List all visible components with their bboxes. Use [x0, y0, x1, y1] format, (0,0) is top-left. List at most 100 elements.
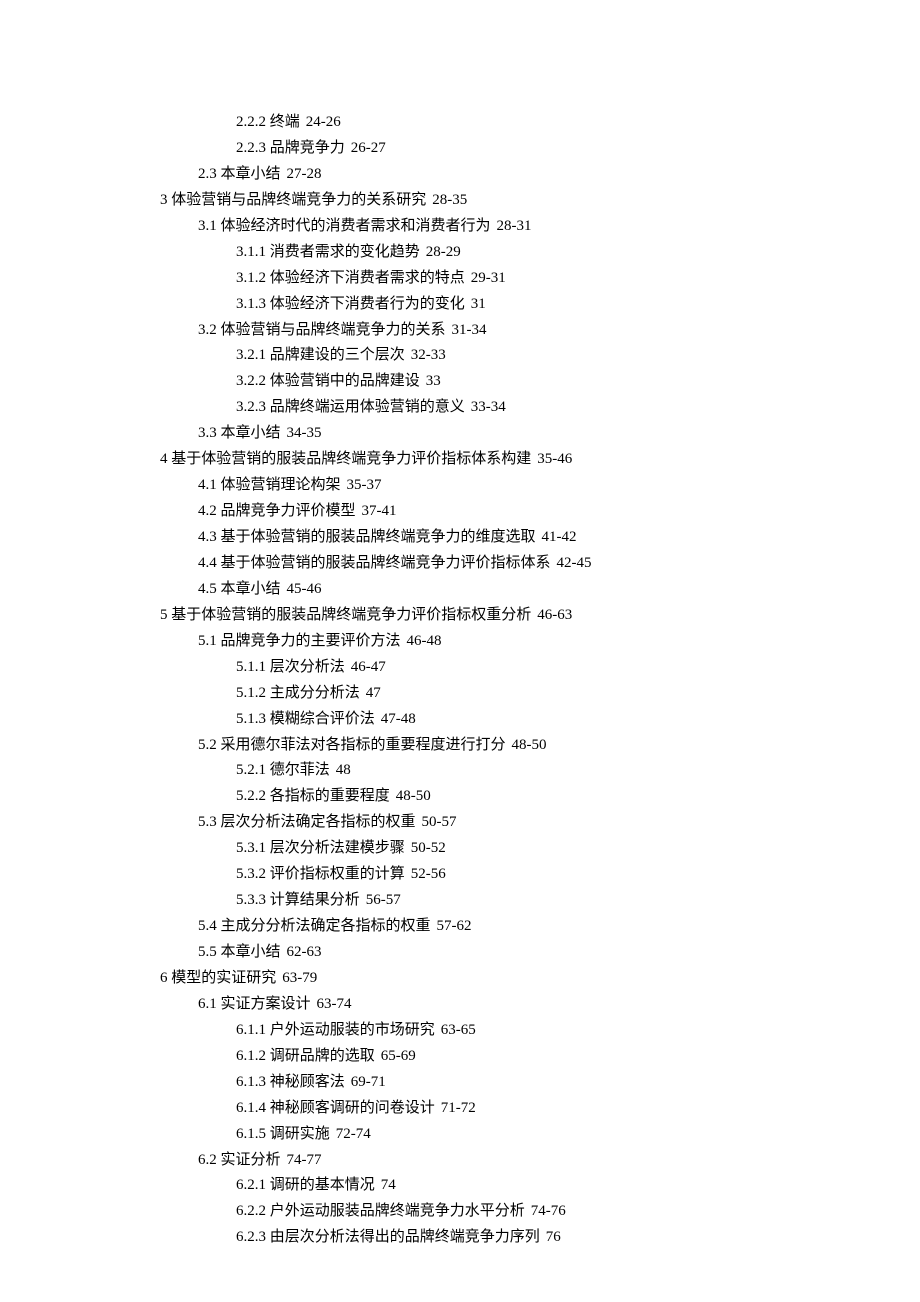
toc-entry: 4.3 基于体验营销的服装品牌终端竞争力的维度选取 41-42 — [160, 525, 920, 551]
toc-entry-pages: 34-35 — [287, 425, 322, 441]
toc-entry-label: 5.2 采用德尔菲法对各指标的重要程度进行打分 — [198, 737, 506, 753]
toc-entry: 5.5 本章小结 62-63 — [160, 940, 920, 966]
toc-entry-pages: 28-31 — [497, 218, 532, 234]
toc-entry-label: 3.1.1 消费者需求的变化趋势 — [236, 244, 420, 260]
toc-entry-pages: 28-35 — [432, 192, 467, 208]
toc-entry-pages: 50-52 — [411, 840, 446, 856]
toc-entry-pages: 65-69 — [381, 1048, 416, 1064]
toc-entry-pages: 31-34 — [452, 322, 487, 338]
toc-entry-label: 5.1 品牌竞争力的主要评价方法 — [198, 633, 401, 649]
toc-entry-label: 5.1.2 主成分分析法 — [236, 685, 360, 701]
toc-entry: 6.2.2 户外运动服装品牌终端竞争力水平分析74-76 — [160, 1199, 920, 1225]
toc-entry-label: 5.2.2 各指标的重要程度 — [236, 788, 390, 804]
toc-entry: 6.1.2 调研品牌的选取65-69 — [160, 1044, 920, 1070]
toc-entry: 5.1.2 主成分分析法 47 — [160, 681, 920, 707]
toc-entry-pages: 31 — [471, 296, 486, 312]
toc-entry-pages: 76 — [546, 1229, 561, 1245]
toc-entry-pages: 24-26 — [306, 114, 341, 130]
toc-entry-pages: 50-57 — [422, 814, 457, 830]
toc-entry: 6.2 实证分析74-77 — [160, 1148, 920, 1174]
toc-entry: 4.2 品牌竞争力评价模型 37-41 — [160, 499, 920, 525]
toc-entry-pages: 71-72 — [441, 1100, 476, 1116]
toc-entry-label: 3.1 体验经济时代的消费者需求和消费者行为 — [198, 218, 491, 234]
toc-entry-pages: 46-48 — [407, 633, 442, 649]
toc-entry-label: 5.3.1 层次分析法建模步骤 — [236, 840, 405, 856]
toc-entry: 5.2.2 各指标的重要程度48-50 — [160, 784, 920, 810]
toc-entry-label: 3.1.2 体验经济下消费者需求的特点 — [236, 270, 465, 286]
toc-entry: 3.3 本章小结 34-35 — [160, 421, 920, 447]
toc-entry-label: 5.2.1 德尔菲法 — [236, 762, 330, 778]
toc-entry: 3.2.2 体验营销中的品牌建设 33 — [160, 369, 920, 395]
toc-entry: 3.1 体验经济时代的消费者需求和消费者行为 28-31 — [160, 214, 920, 240]
toc-entry: 6.1.3 神秘顾客法69-71 — [160, 1070, 920, 1096]
toc-entry: 3.1.3 体验经济下消费者行为的变化 31 — [160, 292, 920, 318]
toc-entry: 6.2.1 调研的基本情况 74 — [160, 1173, 920, 1199]
toc-entry-label: 6.1.5 调研实施 — [236, 1126, 330, 1142]
toc-entry-label: 3.1.3 体验经济下消费者行为的变化 — [236, 296, 465, 312]
toc-entry: 5.3.1 层次分析法建模步骤 50-52 — [160, 836, 920, 862]
toc-entry-label: 2.3 本章小结 — [198, 166, 281, 182]
toc-entry-pages: 29-31 — [471, 270, 506, 286]
toc-entry-pages: 41-42 — [542, 529, 577, 545]
toc-entry-pages: 47 — [366, 685, 381, 701]
toc-entry: 2.3 本章小结 27-28 — [160, 162, 920, 188]
toc-entry-pages: 74 — [381, 1177, 396, 1193]
toc-entry-label: 4.1 体验营销理论构架 — [198, 477, 341, 493]
toc-entry-label: 6.2.3 由层次分析法得出的品牌终端竞争力序列 — [236, 1229, 540, 1245]
toc-entry: 4.5 本章小结 45-46 — [160, 577, 920, 603]
toc-entry-pages: 47-48 — [381, 711, 416, 727]
toc-entry-pages: 63-65 — [441, 1022, 476, 1038]
toc-entry-label: 5.3 层次分析法确定各指标的权重 — [198, 814, 416, 830]
toc-entry-label: 5.1.3 模糊综合评价法 — [236, 711, 375, 727]
toc-entry-label: 4.2 品牌竞争力评价模型 — [198, 503, 356, 519]
toc-entry-pages: 32-33 — [411, 347, 446, 363]
toc-entry-pages: 33 — [426, 373, 441, 389]
toc-entry: 6 模型的实证研究63-79 — [160, 966, 920, 992]
toc-entry: 3.1.1 消费者需求的变化趋势28-29 — [160, 240, 920, 266]
toc-entry-pages: 48-50 — [512, 737, 547, 753]
toc-entry-pages: 57-62 — [437, 918, 472, 934]
toc-entry: 5.3.2 评价指标权重的计算52-56 — [160, 862, 920, 888]
toc-entry: 3.2.1 品牌建设的三个层次 32-33 — [160, 343, 920, 369]
toc-entry-label: 5.5 本章小结 — [198, 944, 281, 960]
toc-entry: 2.2.2 终端 24-26 — [160, 110, 920, 136]
toc-entry-pages: 72-74 — [336, 1126, 371, 1142]
toc-entry: 5.4 主成分分析法确定各指标的权重 57-62 — [160, 914, 920, 940]
toc-entry-pages: 42-45 — [557, 555, 592, 571]
toc-entry: 6.1.4 神秘顾客调研的问卷设计71-72 — [160, 1096, 920, 1122]
toc-entry-label: 3.2.3 品牌终端运用体验营销的意义 — [236, 399, 465, 415]
toc-entry: 4.4 基于体验营销的服装品牌终端竞争力评价指标体系42-45 — [160, 551, 920, 577]
toc-entry-label: 2.2.3 品牌竞争力 — [236, 140, 345, 156]
toc-entry-label: 2.2.2 终端 — [236, 114, 300, 130]
toc-entry-label: 3 体验营销与品牌终端竞争力的关系研究 — [160, 192, 426, 208]
toc-entry-label: 3.3 本章小结 — [198, 425, 281, 441]
toc-entry-pages: 46-47 — [351, 659, 386, 675]
toc-entry: 5.1 品牌竞争力的主要评价方法 46-48 — [160, 629, 920, 655]
toc-entry-pages: 48 — [336, 762, 351, 778]
toc-entry-pages: 62-63 — [287, 944, 322, 960]
toc-entry-pages: 45-46 — [287, 581, 322, 597]
toc-entry-label: 3.2.1 品牌建设的三个层次 — [236, 347, 405, 363]
toc-entry: 5.2.1 德尔菲法 48 — [160, 758, 920, 784]
toc-entry: 3.2 体验营销与品牌终端竞争力的关系31-34 — [160, 318, 920, 344]
toc-entry-pages: 37-41 — [362, 503, 397, 519]
toc-entry-pages: 52-56 — [411, 866, 446, 882]
toc-entry-label: 4 基于体验营销的服装品牌终端竞争力评价指标体系构建 — [160, 451, 531, 467]
toc-entry: 4 基于体验营销的服装品牌终端竞争力评价指标体系构建35-46 — [160, 447, 920, 473]
toc-entry: 6.1 实证方案设计63-74 — [160, 992, 920, 1018]
toc-entry-label: 4.5 本章小结 — [198, 581, 281, 597]
toc-entry: 5.1.3 模糊综合评价法 47-48 — [160, 707, 920, 733]
toc-entry-pages: 63-74 — [317, 996, 352, 1012]
toc-entry-label: 4.3 基于体验营销的服装品牌终端竞争力的维度选取 — [198, 529, 536, 545]
toc-entry-pages: 69-71 — [351, 1074, 386, 1090]
toc-entry-pages: 26-27 — [351, 140, 386, 156]
toc-entry-label: 6.2.1 调研的基本情况 — [236, 1177, 375, 1193]
toc-entry-pages: 27-28 — [287, 166, 322, 182]
toc-entry-label: 6 模型的实证研究 — [160, 970, 276, 986]
toc-entry-label: 6.2 实证分析 — [198, 1152, 281, 1168]
toc-entry: 2.2.3 品牌竞争力 26-27 — [160, 136, 920, 162]
table-of-contents: 2.2.2 终端 24-26 2.2.3 品牌竞争力 26-27 2.3 本章小结 27-… — [0, 110, 920, 1251]
toc-entry: 5.2 采用德尔菲法对各指标的重要程度进行打分 48-50 — [160, 733, 920, 759]
toc-entry-label: 3.2.2 体验营销中的品牌建设 — [236, 373, 420, 389]
toc-entry-label: 5.4 主成分分析法确定各指标的权重 — [198, 918, 431, 934]
